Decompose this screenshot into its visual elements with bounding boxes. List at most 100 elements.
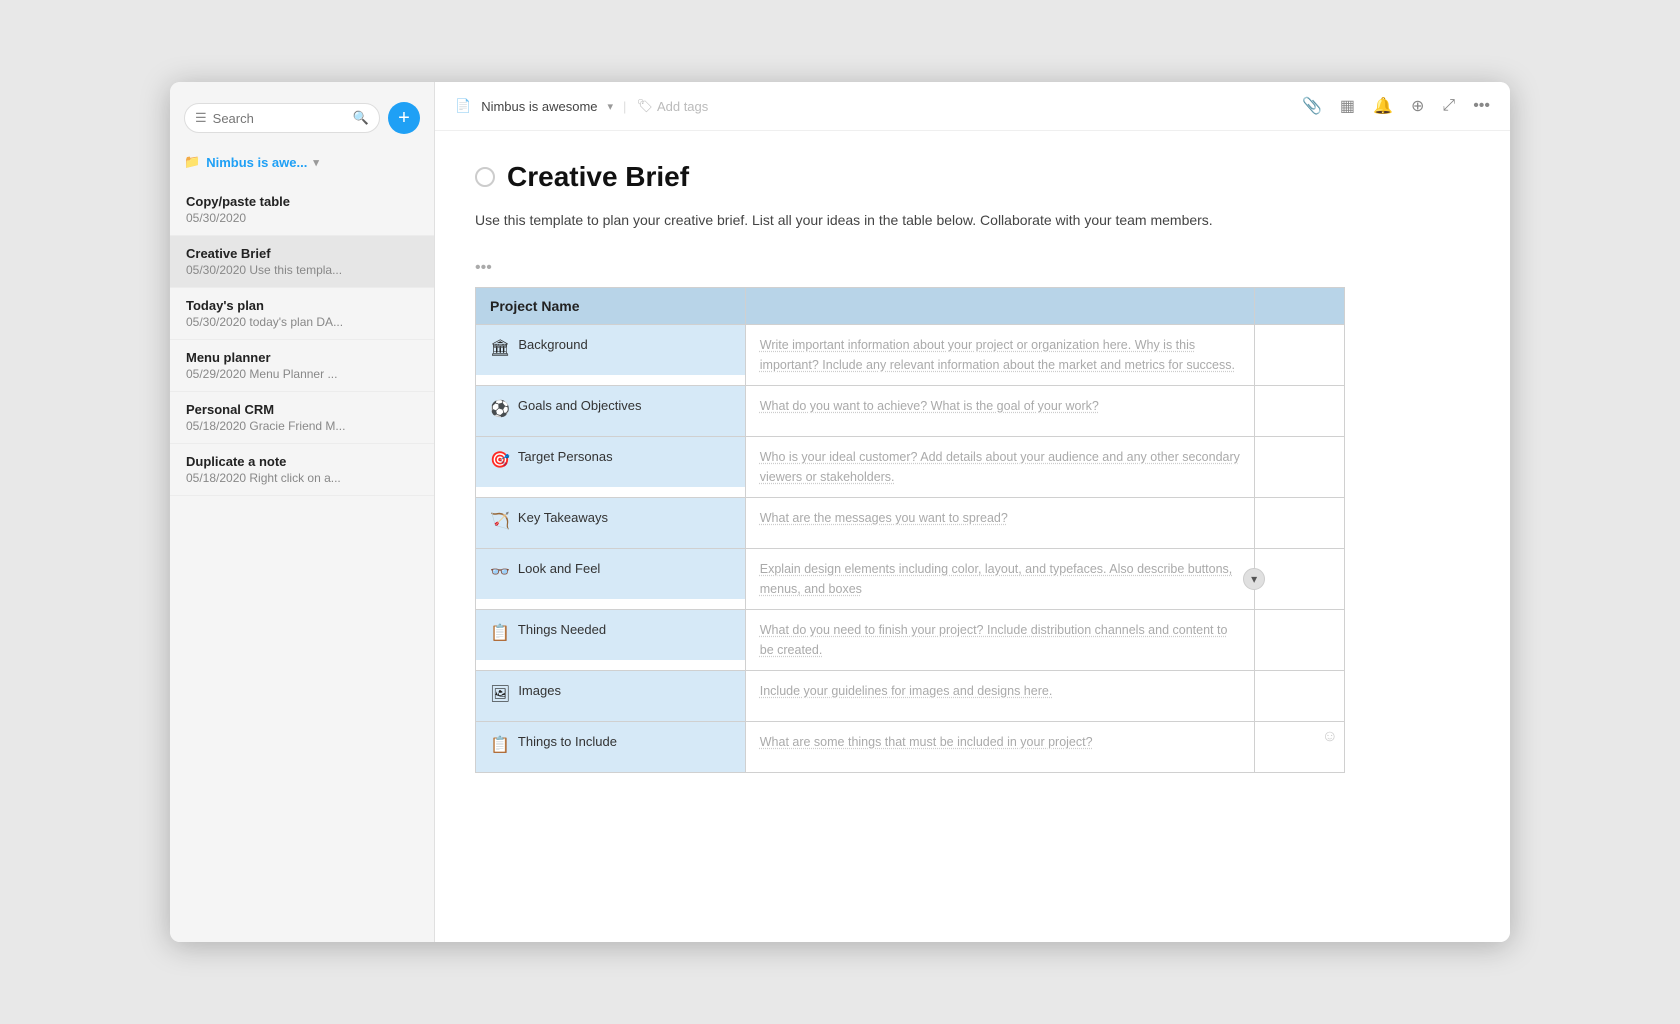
- sidebar-top: ☰ 🔍 +: [170, 102, 434, 150]
- sidebar: ☰ 🔍 + 📁 Nimbus is awe... ▾ Copy/paste ta…: [170, 82, 435, 942]
- row-label-1: ⚽ Goals and Objectives: [476, 386, 745, 436]
- row-icon-0: 🏛: [490, 338, 510, 358]
- row-content-text-1: What do you want to achieve? What is the…: [760, 399, 1099, 413]
- row-content-cell-2[interactable]: Who is your ideal customer? Add details …: [745, 437, 1254, 498]
- breadcrumb-name: Nimbus is awesome: [481, 99, 597, 114]
- row-content-cell-1[interactable]: What do you want to achieve? What is the…: [745, 386, 1254, 437]
- doc-description: Use this template to plan your creative …: [475, 209, 1375, 231]
- search-bar[interactable]: ☰ 🔍: [184, 103, 380, 133]
- sidebar-item-title-5: Duplicate a note: [186, 454, 418, 469]
- scroll-down-button[interactable]: ▾: [1243, 568, 1265, 590]
- row-content-7: What are some things that must be includ…: [746, 722, 1254, 762]
- table-header-col2: [745, 288, 1254, 325]
- sidebar-item-3[interactable]: Menu planner 05/29/2020 Menu Planner ...: [170, 340, 434, 392]
- workspace-chevron-icon: ▾: [313, 156, 319, 169]
- app-window: ☰ 🔍 + 📁 Nimbus is awe... ▾ Copy/paste ta…: [170, 82, 1510, 942]
- sidebar-item-2[interactable]: Today's plan 05/30/2020 today's plan DA.…: [170, 288, 434, 340]
- doc-title-row: Creative Brief: [475, 161, 1470, 193]
- row-icon-7: 📋: [490, 735, 510, 755]
- attachment-icon[interactable]: 📎: [1302, 96, 1322, 116]
- row-label-text-4: Look and Feel: [518, 561, 600, 576]
- breadcrumb-dropdown-icon[interactable]: ▾: [608, 100, 614, 113]
- top-bar: 📄 Nimbus is awesome ▾ | 🏷 Add tags 📎 ▦ 🔔…: [435, 82, 1510, 131]
- sidebar-item-4[interactable]: Personal CRM 05/18/2020 Gracie Friend M.…: [170, 392, 434, 444]
- row-extra-cell-1: [1255, 386, 1345, 437]
- add-button[interactable]: +: [388, 102, 420, 134]
- row-content-text-0: Write important information about your p…: [760, 338, 1235, 372]
- row-content-cell-6[interactable]: Include your guidelines for images and d…: [745, 671, 1254, 722]
- search-input[interactable]: [213, 111, 347, 126]
- workspace-folder-icon: 📁: [184, 154, 200, 170]
- row-label-cell-1: ⚽ Goals and Objectives: [476, 386, 746, 437]
- row-content-cell-7[interactable]: What are some things that must be includ…: [745, 722, 1254, 773]
- row-label-text-7: Things to Include: [518, 734, 617, 749]
- row-content-0: Write important information about your p…: [746, 325, 1254, 385]
- row-label-cell-4: 👓 Look and Feel: [476, 549, 746, 610]
- row-content-cell-3[interactable]: What are the messages you want to spread…: [745, 498, 1254, 549]
- row-label-cell-3: 🏹 Key Takeaways: [476, 498, 746, 549]
- row-content-cell-0[interactable]: Write important information about your p…: [745, 325, 1254, 386]
- row-icon-2: 🎯: [490, 450, 510, 470]
- share-icon[interactable]: ⊕: [1411, 96, 1424, 116]
- sidebar-items: Copy/paste table 05/30/2020 Creative Bri…: [170, 184, 434, 942]
- more-icon[interactable]: •••: [1473, 97, 1490, 115]
- row-label-cell-7: 📋 Things to Include: [476, 722, 746, 773]
- smiley-icon[interactable]: ☺: [1322, 728, 1338, 746]
- sidebar-item-sub-5: 05/18/2020 Right click on a...: [186, 471, 418, 485]
- row-content-cell-5[interactable]: What do you need to finish your project?…: [745, 610, 1254, 671]
- table-header-col1: Project Name: [476, 288, 746, 325]
- row-label-0: 🏛 Background: [476, 325, 745, 375]
- row-extra-cell-6: [1255, 671, 1345, 722]
- table-header-col3: [1255, 288, 1345, 325]
- creative-brief-table: Project Name 🏛 Background Writ: [475, 287, 1345, 773]
- sidebar-item-title-4: Personal CRM: [186, 402, 418, 417]
- expand-icon[interactable]: ⤢: [1442, 97, 1455, 115]
- row-extra-cell-5: [1255, 610, 1345, 671]
- row-label-cell-5: 📋 Things Needed: [476, 610, 746, 671]
- breadcrumb-folder-icon: 📄: [455, 98, 471, 114]
- row-label-text-5: Things Needed: [518, 622, 606, 637]
- table-row-1: ⚽ Goals and Objectives What do you want …: [476, 386, 1345, 437]
- row-extra-cell-0: [1255, 325, 1345, 386]
- add-tag-button[interactable]: 🏷 Add tags: [636, 98, 708, 114]
- bell-icon[interactable]: 🔔: [1373, 96, 1393, 116]
- row-extra-cell-7: ☺: [1255, 722, 1345, 773]
- sidebar-item-sub-1: 05/30/2020 Use this templa...: [186, 263, 418, 277]
- add-tag-label: Add tags: [657, 99, 708, 114]
- workspace-name: Nimbus is awe...: [206, 155, 307, 170]
- row-icon-5: 📋: [490, 623, 510, 643]
- sidebar-item-5[interactable]: Duplicate a note 05/18/2020 Right click …: [170, 444, 434, 496]
- row-content-1: What do you want to achieve? What is the…: [746, 386, 1254, 426]
- sidebar-item-sub-0: 05/30/2020: [186, 211, 418, 225]
- doc-title: Creative Brief: [507, 161, 689, 193]
- workspace-header[interactable]: 📁 Nimbus is awe... ▾: [170, 150, 434, 184]
- search-icon: 🔍: [353, 110, 369, 126]
- row-content-3: What are the messages you want to spread…: [746, 498, 1254, 538]
- row-content-text-5: What do you need to finish your project?…: [760, 623, 1228, 657]
- sidebar-item-title-3: Menu planner: [186, 350, 418, 365]
- sidebar-item-0[interactable]: Copy/paste table 05/30/2020: [170, 184, 434, 236]
- row-content-text-6: Include your guidelines for images and d…: [760, 684, 1053, 698]
- row-content-cell-4[interactable]: Explain design elements including color,…: [745, 549, 1254, 610]
- sidebar-item-1[interactable]: Creative Brief 05/30/2020 Use this templ…: [170, 236, 434, 288]
- row-label-text-0: Background: [518, 337, 587, 352]
- row-label-text-2: Target Personas: [518, 449, 613, 464]
- more-options-button[interactable]: •••: [475, 259, 1470, 277]
- row-content-text-4: Explain design elements including color,…: [760, 562, 1233, 596]
- sidebar-item-title-0: Copy/paste table: [186, 194, 418, 209]
- row-icon-3: 🏹: [490, 511, 510, 531]
- row-label-cell-0: 🏛 Background: [476, 325, 746, 386]
- row-label-cell-6: 🖼 Images: [476, 671, 746, 722]
- doc-status-button[interactable]: [475, 167, 495, 187]
- row-label-5: 📋 Things Needed: [476, 610, 745, 660]
- row-label-6: 🖼 Images: [476, 671, 745, 721]
- top-bar-right: 📎 ▦ 🔔 ⊕ ⤢ •••: [1302, 96, 1490, 116]
- row-icon-4: 👓: [490, 562, 510, 582]
- top-bar-left: 📄 Nimbus is awesome ▾ | 🏷 Add tags: [455, 98, 708, 114]
- sidebar-item-title-2: Today's plan: [186, 298, 418, 313]
- grid-icon[interactable]: ▦: [1340, 96, 1355, 116]
- doc-content: Creative Brief Use this template to plan…: [435, 131, 1510, 942]
- row-label-text-6: Images: [518, 683, 561, 698]
- tag-icon: 🏷: [636, 98, 653, 114]
- sidebar-item-title-1: Creative Brief: [186, 246, 418, 261]
